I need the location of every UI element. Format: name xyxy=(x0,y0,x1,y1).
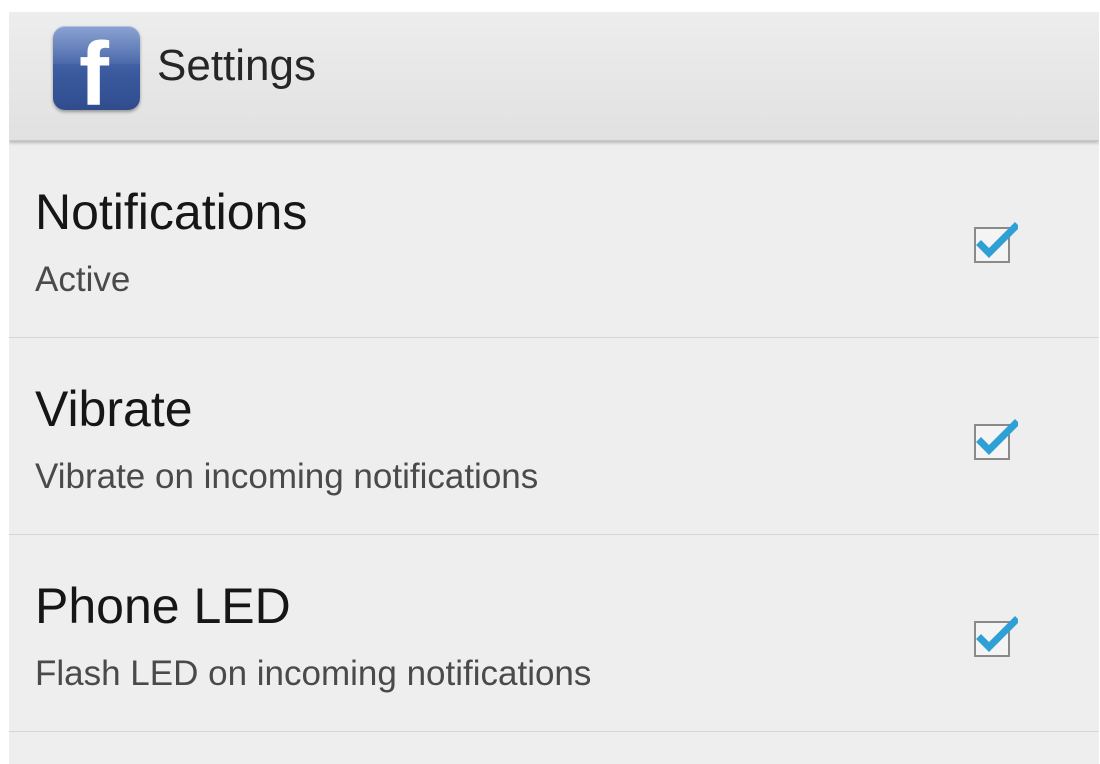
page-title: Settings xyxy=(157,41,316,90)
setting-summary: Active xyxy=(35,260,131,299)
notifications-checkbox[interactable] xyxy=(972,221,1018,267)
vibrate-checkbox[interactable] xyxy=(972,418,1018,464)
setting-summary: Flash LED on incoming notifications xyxy=(35,654,592,693)
settings-screen: f Settings Notifications Active Vibrate … xyxy=(9,12,1099,764)
settings-list: Notifications Active Vibrate Vibrate on … xyxy=(9,141,1099,732)
setting-title: Notifications xyxy=(35,184,308,240)
setting-row-phone-led[interactable]: Phone LED Flash LED on incoming notifica… xyxy=(9,535,1099,732)
facebook-icon[interactable]: f xyxy=(53,26,140,110)
setting-row-vibrate[interactable]: Vibrate Vibrate on incoming notification… xyxy=(9,338,1099,535)
setting-summary: Vibrate on incoming notifications xyxy=(35,457,539,496)
phone-led-checkbox[interactable] xyxy=(972,615,1018,661)
action-bar: f Settings xyxy=(9,12,1099,141)
setting-row-notifications[interactable]: Notifications Active xyxy=(9,141,1099,338)
setting-title: Phone LED xyxy=(35,578,291,634)
app-icon-letter: f xyxy=(79,26,109,110)
setting-title: Vibrate xyxy=(35,381,193,437)
